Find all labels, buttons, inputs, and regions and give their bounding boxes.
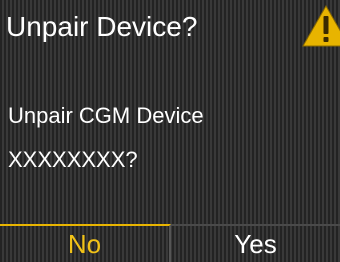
unpair-device-screen: Unpair Device? Unpair CGM Device XXXXXXX…: [0, 0, 340, 262]
message-line-1: Unpair CGM Device: [8, 103, 204, 128]
dialog-title: Unpair Device?: [6, 11, 198, 42]
warning-icon: [302, 4, 340, 48]
message-line-2: XXXXXXXX?: [8, 147, 138, 172]
no-button[interactable]: No: [0, 224, 171, 262]
button-bar: No Yes: [0, 224, 340, 262]
yes-button[interactable]: Yes: [171, 224, 340, 262]
